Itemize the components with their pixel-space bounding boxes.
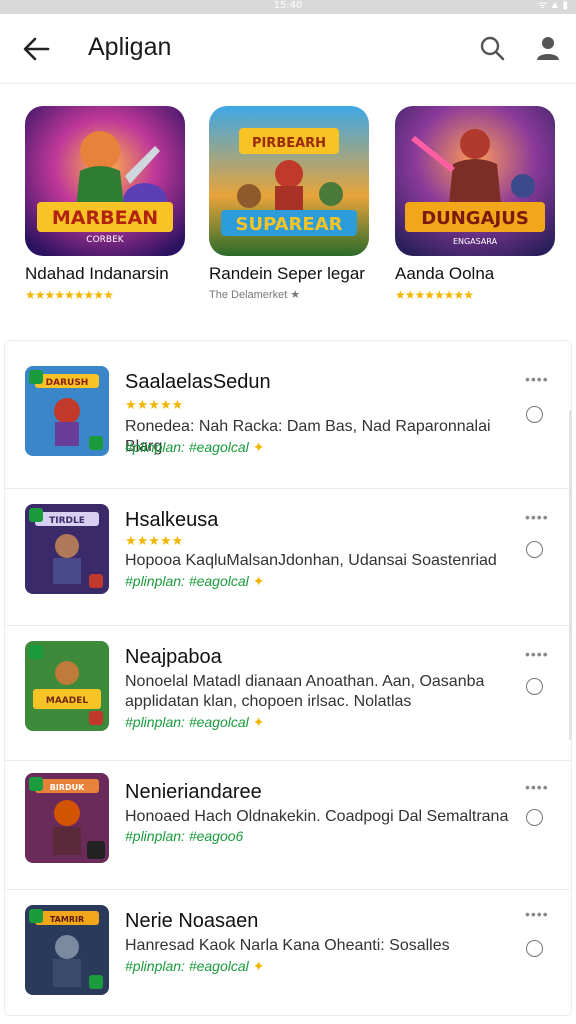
- featured-art-subtitle: ENGASARA: [453, 237, 498, 246]
- app-tags: #plinplan: #eagolcal ✦: [125, 714, 265, 731]
- status-time: 15:40: [273, 0, 303, 11]
- app-description: Honoaed Hach Oldnakekin. Coadpogi Dal Se…: [125, 808, 509, 825]
- sparkle-icon: ✦: [252, 958, 265, 974]
- tag-text: #plinplan: #eagolcal: [125, 714, 249, 730]
- app-thumbnail: BIRDUK: [25, 773, 109, 863]
- featured-card[interactable]: DUNGAJUS ENGASARA Aanda Oolna ★★★★★★★★: [395, 106, 565, 302]
- search-icon: [480, 36, 505, 61]
- list-item[interactable]: MAADEL Neajpaboa Nonoelal Matadl dianaan…: [5, 626, 571, 761]
- list-item[interactable]: TIRDLE Hsalkeusa ★★★★★ Hopooa KaqluMalsa…: [5, 489, 571, 626]
- tag-text: #plinplan: #eagolcal: [125, 439, 249, 455]
- more-options-icon[interactable]: ••••: [525, 906, 549, 922]
- list-item[interactable]: DARUSH SaalaelasSedun ★★★★★ Ronedea: Nah…: [5, 341, 571, 489]
- select-radio[interactable]: [526, 678, 543, 695]
- app-tags: #plinplan: #eagolcal ✦: [125, 958, 265, 975]
- app-description: Hanresad Kaok Narla Kana Oheanti: Sosall…: [125, 937, 450, 954]
- app-title: Nenieriandaree: [125, 781, 262, 803]
- app-description: Nonoelal Matadl dianaan Anoathan. Aan, O…: [125, 673, 485, 710]
- status-icons: ᯤ ▲ ▮: [537, 0, 568, 11]
- app-tags: #plinplan: #eagoo6: [125, 828, 243, 844]
- app-thumbnail: TAMRIR: [25, 905, 109, 995]
- rating-stars: ★★★★★★★★: [395, 288, 474, 302]
- featured-card[interactable]: PIRBEARH SUPAREAR Randein Seper legar Th…: [209, 106, 379, 301]
- featured-art-title: MARBEAN: [52, 207, 158, 229]
- search-button[interactable]: [478, 34, 508, 64]
- featured-art: MARBEAN CORBEK: [25, 106, 185, 256]
- featured-name: Ndahad Indanarsin: [25, 264, 169, 283]
- featured-rating: The Delamerket ★: [209, 288, 379, 301]
- sparkle-icon: ✦: [252, 573, 265, 589]
- select-radio[interactable]: [526, 406, 543, 423]
- arrow-left-icon: [23, 37, 50, 61]
- app-tags: #plinplan: #eagolcal ✦: [125, 573, 265, 590]
- thumb-title: TAMRIR: [50, 915, 84, 924]
- select-radio[interactable]: [526, 541, 543, 558]
- more-options-icon[interactable]: ••••: [525, 509, 549, 525]
- featured-art-title: DUNGAJUS: [421, 208, 529, 229]
- featured-art-title: SUPAREAR: [236, 214, 343, 235]
- account-button[interactable]: [534, 34, 562, 64]
- rating-stars: ★★★★★★★★★: [25, 288, 114, 302]
- featured-art-subtitle: PIRBEARH: [252, 136, 326, 151]
- featured-name: Aanda Oolna: [395, 264, 495, 283]
- app-bar: Apligan: [0, 14, 576, 84]
- app-title: Hsalkeusa: [125, 509, 219, 531]
- list-item[interactable]: BIRDUK Nenieriandaree Honoaed Hach Oldna…: [5, 761, 571, 890]
- select-radio[interactable]: [526, 809, 543, 826]
- thumb-title: BIRDUK: [50, 783, 85, 792]
- back-button[interactable]: [20, 34, 54, 64]
- status-bar: 15:40 ᯤ ▲ ▮: [0, 0, 576, 14]
- select-radio[interactable]: [526, 940, 543, 957]
- thumb-title: DARUSH: [46, 378, 89, 388]
- featured-art: PIRBEARH SUPAREAR: [209, 106, 369, 256]
- list-item[interactable]: TAMRIR Nerie Noasaen Hanresad Kaok Narla…: [5, 890, 571, 1016]
- more-options-icon[interactable]: ••••: [525, 779, 549, 795]
- tag-text: #plinplan: #eagolcal: [125, 958, 249, 974]
- app-tags: #plinplan: #eagolcal ✦: [125, 439, 265, 456]
- featured-art: DUNGAJUS ENGASARA: [395, 106, 555, 256]
- app-description: Hopooa KaqluMalsanJdonhan, Udansai Soast…: [125, 552, 497, 569]
- page-title: Apligan: [88, 33, 172, 61]
- app-thumbnail: DARUSH: [25, 366, 109, 456]
- more-options-icon[interactable]: ••••: [525, 646, 549, 662]
- featured-rating: ★★★★★★★★★: [25, 288, 195, 302]
- more-options-icon[interactable]: ••••: [525, 371, 549, 387]
- featured-card[interactable]: MARBEAN CORBEK Ndahad Indanarsin ★★★★★★★…: [25, 106, 195, 302]
- sparkle-icon: ✦: [252, 439, 265, 455]
- rating-stars: ★★★★★: [125, 533, 184, 548]
- tag-text: #plinplan: #eagolcal: [125, 573, 249, 589]
- account-icon: [537, 37, 559, 60]
- featured-name: Randein Seper legar: [209, 264, 365, 283]
- app-thumbnail: MAADEL: [25, 641, 109, 731]
- featured-art-subtitle: CORBEK: [86, 235, 124, 245]
- scrollbar[interactable]: [569, 410, 572, 740]
- app-list: DARUSH SaalaelasSedun ★★★★★ Ronedea: Nah…: [4, 340, 572, 1016]
- featured-carousel: MARBEAN CORBEK Ndahad Indanarsin ★★★★★★★…: [0, 84, 576, 340]
- app-thumbnail: TIRDLE: [25, 504, 109, 594]
- featured-rating: ★★★★★★★★: [395, 288, 565, 302]
- rating-stars: ★★★★★: [125, 397, 184, 412]
- app-title: SaalaelasSedun: [125, 371, 271, 393]
- thumb-title: TIRDLE: [49, 516, 85, 526]
- thumb-title: MAADEL: [46, 696, 89, 706]
- app-title: Neajpaboa: [125, 646, 222, 668]
- tag-text: #plinplan: #eagoo6: [125, 828, 244, 844]
- rating-sub: The Delamerket ★: [209, 289, 301, 301]
- app-title: Nerie Noasaen: [125, 910, 259, 932]
- sparkle-icon: ✦: [252, 714, 265, 730]
